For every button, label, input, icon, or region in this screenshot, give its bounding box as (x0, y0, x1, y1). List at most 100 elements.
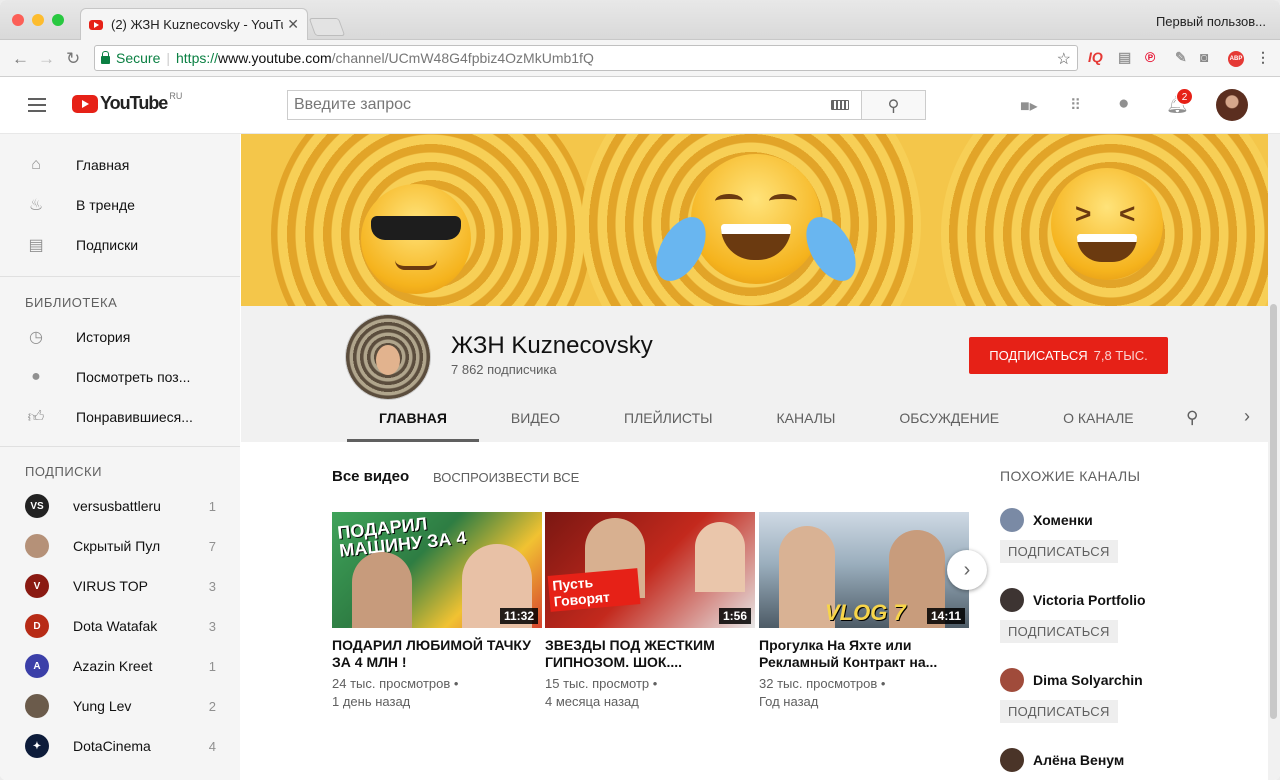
search-input[interactable]: Введите запрос (287, 90, 861, 120)
subscription-new-count: 1 (208, 658, 216, 674)
adblock-extension-icon[interactable]: ABP (1228, 51, 1244, 67)
sidebar-item-trending[interactable]: ♨ В тренде (0, 185, 240, 225)
tab-videos[interactable]: ВИДЕО (479, 398, 592, 442)
related-subscribe-button[interactable]: ПОДПИСАТЬСЯ (1000, 700, 1118, 723)
shelf-title[interactable]: Все видео (332, 468, 409, 485)
minimize-window-button[interactable] (32, 14, 44, 26)
video-title[interactable]: ЗВЕЗДЫ ПОД ЖЕСТКИМ ГИПНОЗОМ. ШОК.... (545, 637, 755, 671)
related-subscribe-button[interactable]: ПОДПИСАТЬСЯ (1000, 620, 1118, 643)
video-card[interactable]: Пусть Говорят 1:56 ЗВЕЗДЫ ПОД ЖЕСТКИМ ГИ… (545, 512, 755, 711)
subscribe-button[interactable]: ПОДПИСАТЬСЯ 7,8 ТЫС. (969, 337, 1168, 374)
subscription-item[interactable]: VS versusbattleru 1 (0, 486, 240, 526)
maximize-window-button[interactable] (52, 14, 64, 26)
keyboard-icon[interactable] (831, 100, 849, 110)
subscription-name: Dota Watafak (73, 618, 158, 634)
channel-search-icon[interactable]: ⚲ (1186, 408, 1198, 428)
related-channel-name[interactable]: Victoria Portfolio (1033, 592, 1146, 608)
sidebar-item-label: Посмотреть поз... (76, 369, 191, 385)
sidebar-item-history[interactable]: ◷ История (0, 317, 240, 357)
browser-menu-icon[interactable]: ⋮ (1256, 49, 1270, 66)
related-channel-name[interactable]: Хоменки (1033, 512, 1093, 528)
subscription-item[interactable]: ✦ DotaCinema 4 (0, 726, 240, 766)
related-channel-avatar[interactable] (1000, 588, 1024, 612)
upload-video-icon[interactable]: ■▸ (1020, 96, 1038, 116)
new-tab-button[interactable] (308, 18, 346, 36)
video-thumbnail[interactable]: Пусть Говорят 1:56 (545, 512, 755, 628)
channel-name: ЖЗН Kuznecovsky (451, 332, 653, 359)
url-bar[interactable]: Secure | https:// www.youtube.com /chann… (94, 45, 1078, 71)
related-channel-name[interactable]: Алёна Венум (1033, 752, 1124, 768)
close-window-button[interactable] (12, 14, 24, 26)
subscription-item[interactable]: D Dota Watafak 3 (0, 606, 240, 646)
sidebar: ⌂ Главная ♨ В тренде ▤ Подписки БИБЛИОТЕ… (0, 134, 240, 780)
like-icon: 👍︎ (27, 408, 45, 426)
tab-discussion[interactable]: ОБСУЖДЕНИЕ (867, 398, 1031, 442)
subscription-name: Yung Lev (73, 698, 132, 714)
video-age: 4 месяца назад (545, 694, 639, 709)
tab-playlists[interactable]: ПЛЕЙЛИСТЫ (592, 398, 745, 442)
apps-grid-icon[interactable]: ⠿ (1070, 96, 1081, 114)
play-all-button[interactable]: ВОСПРОИЗВЕСТИ ВСЕ (433, 470, 579, 485)
video-meta: 15 тыс. просмотр • 4 месяца назад (545, 676, 658, 709)
subscriptions-heading: ПОДПИСКИ (25, 464, 102, 479)
subscription-item[interactable]: V VIRUS TOP 3 (0, 566, 240, 606)
channel-avatar[interactable] (345, 314, 431, 400)
url-host: www.youtube.com (218, 50, 332, 66)
video-title[interactable]: Прогулка На Яхте или Рекламный Контракт … (759, 637, 969, 671)
related-channel-name[interactable]: Dima Solyarchin (1033, 672, 1143, 688)
channel-avatar (25, 694, 49, 718)
sidebar-item-home[interactable]: ⌂ Главная (0, 145, 240, 185)
video-views: 15 тыс. просмотр (545, 676, 650, 691)
subscription-item[interactable]: Скрытый Пул 7 (0, 526, 240, 566)
channel-avatar: ✦ (25, 734, 49, 758)
related-channel-avatar[interactable] (1000, 668, 1024, 692)
camera-extension-icon[interactable]: ◙ (1200, 49, 1208, 65)
search-button[interactable]: ⚲ (861, 90, 926, 120)
subscription-new-count: 7 (208, 538, 216, 554)
video-thumbnail[interactable]: VLOG 7 14:11 (759, 512, 969, 628)
video-title[interactable]: ПОДАРИЛ ЛЮБИМОЙ ТАЧКУ ЗА 4 МЛН ! (332, 637, 542, 671)
menu-icon[interactable] (28, 98, 46, 116)
tab-channels[interactable]: КАНАЛЫ (745, 398, 868, 442)
subscription-item[interactable]: Yung Lev 2 (0, 686, 240, 726)
tab-about[interactable]: О КАНАЛЕ (1031, 398, 1166, 442)
video-thumbnail[interactable]: ПОДАРИЛ МАШИНУ ЗА 4 11:32 (332, 512, 542, 628)
pinterest-extension-icon[interactable]: ℗ (1145, 49, 1155, 65)
related-channel-avatar[interactable] (1000, 508, 1024, 532)
related-subscribe-button[interactable]: ПОДПИСАТЬСЯ (1000, 540, 1118, 563)
page-scrollbar[interactable] (1268, 134, 1280, 780)
profile-user-label[interactable]: Первый пользов... (1156, 14, 1266, 29)
subscription-item[interactable]: A Azazin Kreet 1 (0, 646, 240, 686)
subscription-name: DotaCinema (73, 738, 151, 754)
back-icon[interactable]: ← (12, 49, 29, 69)
url-separator: | (166, 50, 170, 66)
tab-close-icon[interactable]: ✕ (287, 16, 299, 33)
messages-icon[interactable]: ● (1118, 93, 1129, 115)
forward-icon[interactable]: → (38, 49, 55, 69)
sidebar-item-watch-later[interactable]: ● Посмотреть поз... (0, 357, 240, 397)
iq-extension-icon[interactable]: IQ (1088, 49, 1103, 65)
reload-icon[interactable]: ↻ (66, 49, 80, 69)
dropper-extension-icon[interactable]: ✎ (1175, 49, 1187, 66)
title-bar: (2) ЖЗН Kuznecovsky - YouTube ✕ Первый п… (0, 0, 1280, 40)
video-card[interactable]: ПОДАРИЛ МАШИНУ ЗА 4 11:32 ПОДАРИЛ ЛЮБИМО… (332, 512, 542, 711)
subscription-name: Azazin Kreet (73, 658, 153, 674)
sidebar-item-subscriptions[interactable]: ▤ Подписки (0, 225, 240, 265)
chevron-right-icon: › (963, 558, 971, 581)
url-scheme: https:// (176, 50, 219, 66)
list-extension-icon[interactable]: ▤ (1118, 49, 1131, 66)
related-channel-avatar[interactable] (1000, 748, 1024, 772)
sidebar-item-liked[interactable]: 👍︎ Понравившиеся... (0, 397, 240, 437)
browser-tab[interactable]: (2) ЖЗН Kuznecovsky - YouTube ✕ (80, 8, 308, 40)
shelf-next-button[interactable]: › (947, 550, 987, 590)
video-card[interactable]: VLOG 7 14:11 Прогулка На Яхте или Реклам… (759, 512, 969, 711)
scrollbar-thumb[interactable] (1270, 304, 1277, 719)
address-bar-row: ← → ↻ Secure | https:// www.youtube.com … (0, 40, 1280, 77)
account-avatar[interactable] (1216, 89, 1248, 121)
tabs-next-icon[interactable]: › (1244, 406, 1250, 427)
tab-home[interactable]: ГЛАВНАЯ (347, 398, 479, 442)
youtube-logo[interactable]: YouTube RU (72, 91, 182, 114)
watch-later-icon: ● (31, 368, 41, 385)
subscription-name: VIRUS TOP (73, 578, 148, 594)
bookmark-star-icon[interactable]: ☆ (1057, 49, 1071, 69)
